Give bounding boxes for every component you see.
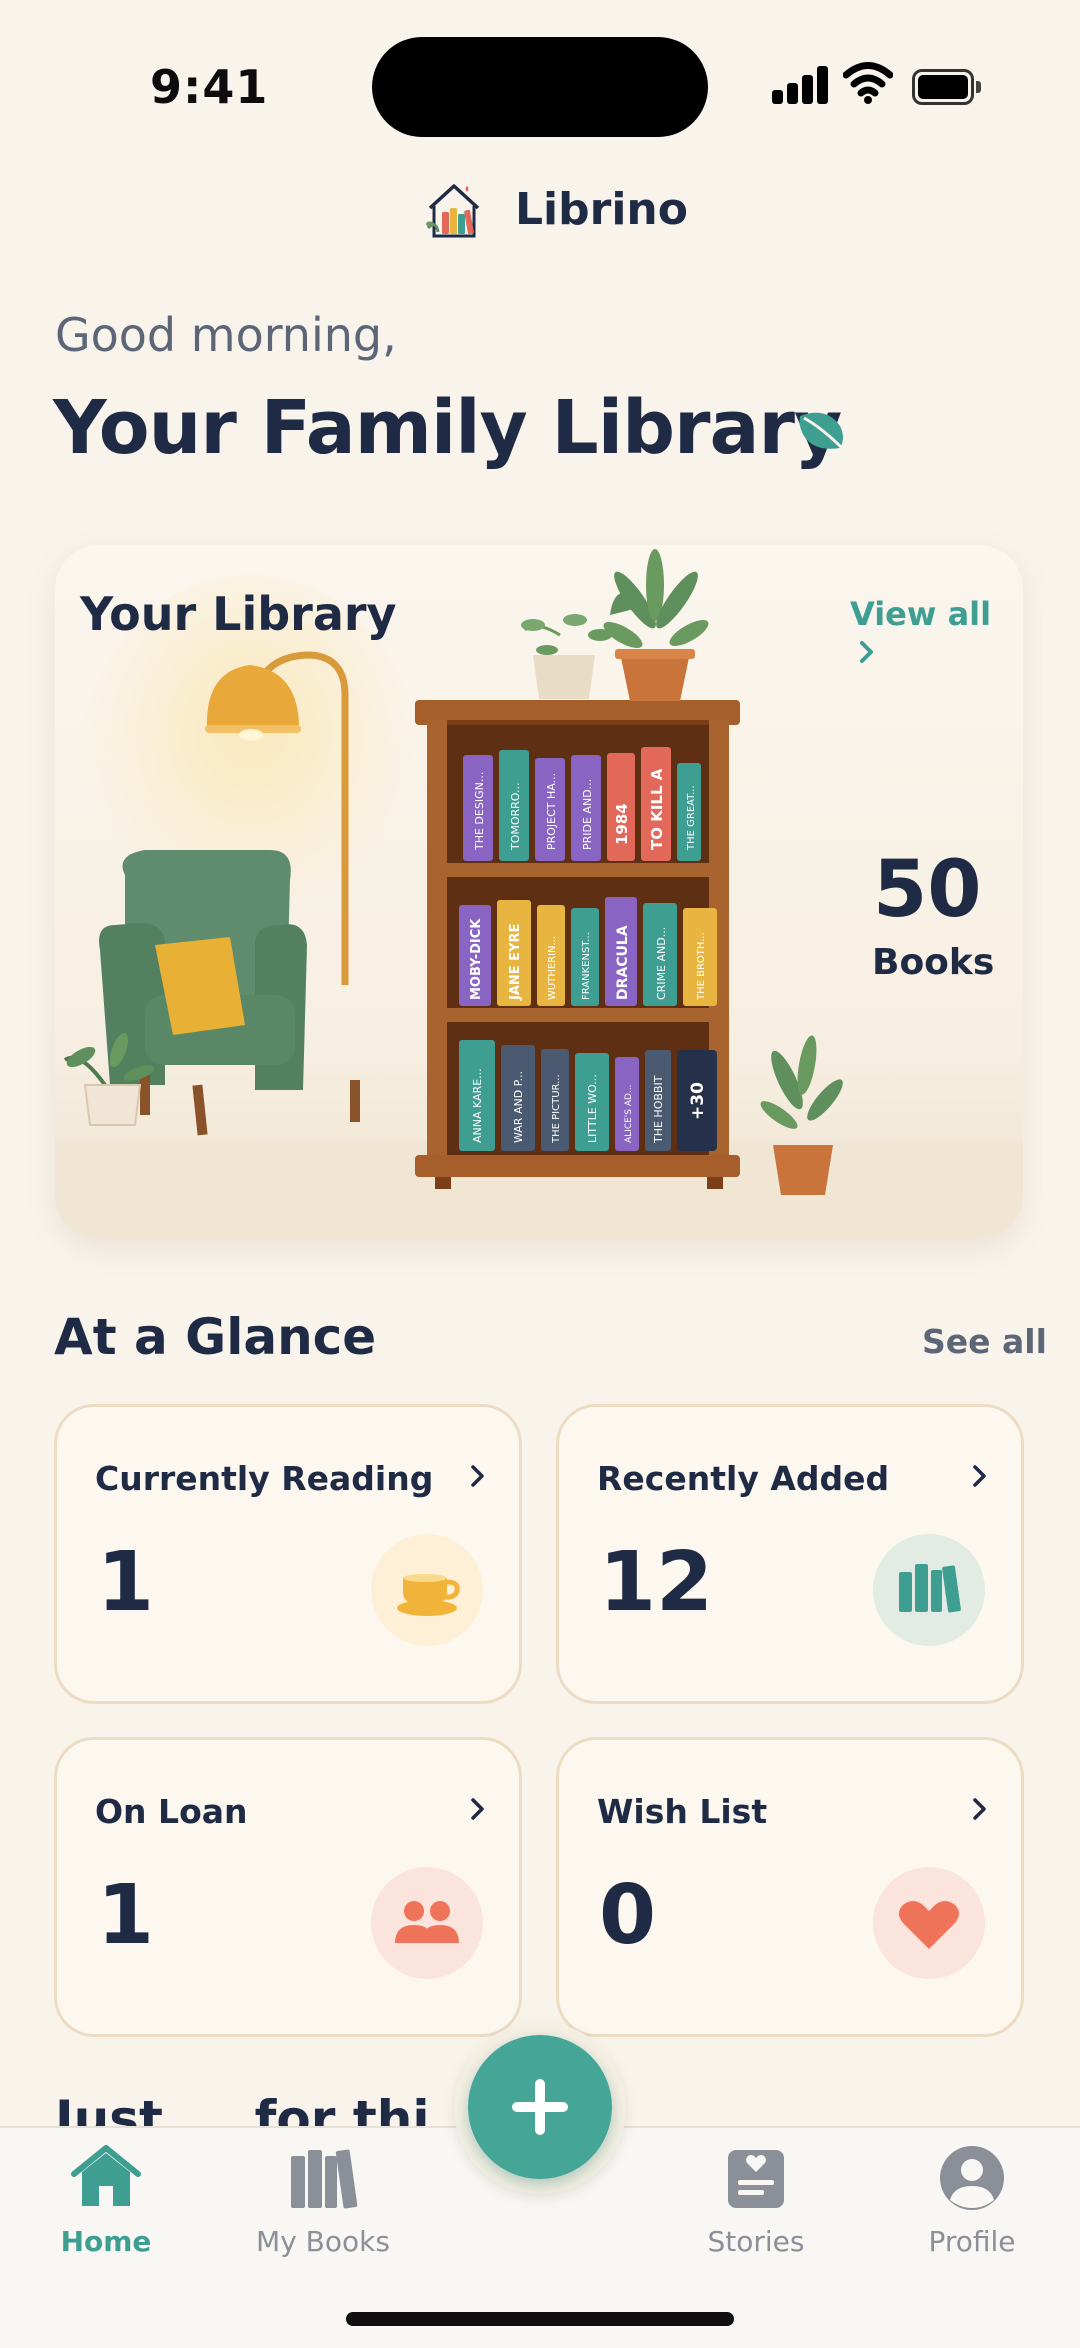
svg-text:PRIDE AND...: PRIDE AND... bbox=[581, 779, 594, 850]
card-label: Recently Added bbox=[597, 1459, 890, 1498]
plants-top bbox=[521, 549, 709, 701]
svg-text:+30: +30 bbox=[688, 1082, 708, 1120]
plus-icon bbox=[512, 2079, 568, 2135]
card-value: 0 bbox=[599, 1868, 657, 1963]
tab-label: Home bbox=[60, 2225, 152, 2258]
svg-text:THE DESIGN...: THE DESIGN... bbox=[473, 772, 486, 851]
status-time: 9:41 bbox=[150, 60, 269, 114]
chevron-right-icon bbox=[471, 1798, 484, 1820]
app-name: Librino bbox=[515, 184, 688, 235]
tab-profile[interactable]: Profile bbox=[882, 2128, 1062, 2258]
tab-label: Stories bbox=[707, 2225, 805, 2258]
card-value: 1 bbox=[97, 1868, 155, 1963]
svg-text:1984: 1984 bbox=[613, 803, 631, 845]
svg-text:WAR AND P...: WAR AND P... bbox=[512, 1071, 525, 1143]
tab-home[interactable]: Home bbox=[16, 2128, 196, 2258]
plant-right bbox=[760, 1035, 843, 1195]
card-label: Currently Reading bbox=[95, 1459, 434, 1498]
library-title: Your Library bbox=[80, 587, 397, 641]
coffee-cup-icon bbox=[371, 1534, 483, 1646]
dynamic-island bbox=[372, 37, 708, 137]
add-book-button[interactable] bbox=[468, 2035, 612, 2179]
see-all-link[interactable]: See all bbox=[922, 1322, 1047, 1361]
card-on-loan[interactable]: On Loan 1 bbox=[54, 1737, 522, 2037]
tab-label: My Books bbox=[256, 2225, 390, 2258]
greeting-text: Good morning, bbox=[55, 308, 397, 362]
leaf-icon bbox=[799, 412, 844, 450]
svg-text:PROJECT HA...: PROJECT HA... bbox=[545, 773, 558, 850]
svg-text:THE GREAT...: THE GREAT... bbox=[686, 785, 697, 851]
card-value: 1 bbox=[97, 1535, 155, 1630]
card-currently-reading[interactable]: Currently Reading 1 bbox=[54, 1404, 522, 1704]
page-title: Your Family Library bbox=[53, 385, 842, 471]
svg-text:ANNA KARE...: ANNA KARE... bbox=[471, 1068, 484, 1143]
svg-text:ALICE'S AD...: ALICE'S AD... bbox=[624, 1084, 634, 1143]
battery-icon bbox=[912, 69, 982, 105]
book-count: 50 bbox=[873, 845, 982, 935]
card-label: On Loan bbox=[95, 1792, 248, 1831]
heart-icon bbox=[873, 1867, 985, 1979]
chevron-right-icon bbox=[973, 1465, 986, 1487]
chevron-right-icon bbox=[860, 641, 873, 663]
books-icon bbox=[873, 1534, 985, 1646]
book-count-label: Books bbox=[872, 942, 995, 983]
svg-text:WUTHERIN...: WUTHERIN... bbox=[547, 936, 558, 1000]
svg-text:FRANKENST...: FRANKENST... bbox=[581, 932, 592, 1000]
cellular-signal-icon bbox=[772, 64, 828, 104]
chevron-right-icon bbox=[471, 1465, 484, 1487]
home-indicator bbox=[346, 2312, 734, 2326]
svg-text:LITTLE WO...: LITTLE WO... bbox=[586, 1074, 599, 1143]
svg-text:THE BROTH...: THE BROTH... bbox=[696, 932, 707, 1001]
home-icon bbox=[71, 2145, 141, 2206]
tab-label: Profile bbox=[928, 2225, 1016, 2258]
svg-text:DRACULA: DRACULA bbox=[615, 925, 631, 1000]
stories-icon bbox=[728, 2150, 784, 2208]
chevron-right-icon bbox=[973, 1798, 986, 1820]
tab-stories[interactable]: Stories bbox=[666, 2128, 846, 2258]
card-recently-added[interactable]: Recently Added 12 bbox=[556, 1404, 1024, 1704]
section-title-at-a-glance: At a Glance bbox=[54, 1308, 377, 1366]
svg-text:TOMORRO...: TOMORRO... bbox=[509, 782, 522, 851]
view-all-link[interactable]: View all bbox=[850, 595, 1023, 671]
wifi-icon bbox=[843, 62, 893, 104]
card-value: 12 bbox=[599, 1535, 714, 1630]
svg-text:JANE EYRE: JANE EYRE bbox=[508, 924, 523, 1001]
library-card[interactable]: THE DESIGN... TOMORRO... PROJECT HA... P… bbox=[55, 545, 1023, 1239]
librino-logo-icon bbox=[426, 184, 480, 238]
svg-text:MOBY-DICK: MOBY-DICK bbox=[469, 918, 484, 1000]
view-all-label: View all bbox=[850, 595, 992, 633]
card-label: Wish List bbox=[597, 1792, 768, 1831]
people-icon bbox=[371, 1867, 483, 1979]
tab-my-books[interactable]: My Books bbox=[233, 2128, 413, 2258]
svg-text:CRIME AND...: CRIME AND... bbox=[655, 927, 668, 1000]
books-icon bbox=[291, 2149, 358, 2209]
svg-text:TO KILL A: TO KILL A bbox=[648, 768, 666, 850]
svg-text:THE HOBBIT: THE HOBBIT bbox=[652, 1075, 665, 1144]
svg-text:THE PICTUR...: THE PICTUR... bbox=[551, 1074, 562, 1144]
profile-icon bbox=[940, 2146, 1004, 2210]
card-wish-list[interactable]: Wish List 0 bbox=[556, 1737, 1024, 2037]
